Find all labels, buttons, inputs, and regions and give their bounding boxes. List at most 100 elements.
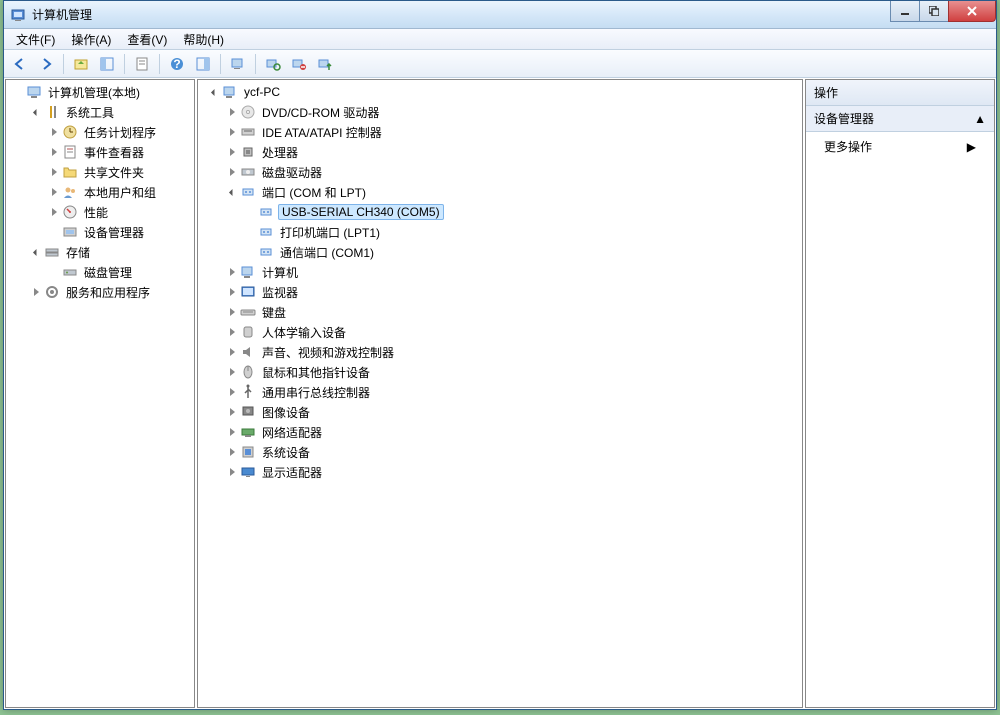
refresh-button[interactable]	[226, 52, 250, 76]
expander-icon[interactable]	[224, 304, 240, 320]
expander-icon	[242, 244, 258, 260]
tree-item[interactable]: 磁盘管理	[6, 262, 194, 282]
expander-icon[interactable]	[224, 344, 240, 360]
expander-icon[interactable]	[224, 424, 240, 440]
expander-icon[interactable]	[28, 244, 44, 260]
expander-icon[interactable]	[224, 404, 240, 420]
tree-item-label: 监视器	[260, 283, 300, 302]
scan-hardware-button[interactable]	[261, 52, 285, 76]
expander-icon[interactable]	[28, 104, 44, 120]
expander-icon[interactable]	[224, 284, 240, 300]
tree-item[interactable]: 网络适配器	[198, 422, 802, 442]
tree-item-label: 服务和应用程序	[64, 283, 152, 302]
tree-item-label: 设备管理器	[82, 223, 146, 242]
tree-item[interactable]: 服务和应用程序	[6, 282, 194, 302]
app-window: 计算机管理 文件(F) 操作(A) 查看(V) 帮助(H) ? 计算机管理(本地…	[3, 0, 997, 710]
menubar: 文件(F) 操作(A) 查看(V) 帮助(H)	[4, 29, 996, 50]
tools-icon	[44, 104, 60, 120]
tree-item[interactable]: 性能	[6, 202, 194, 222]
tree-item[interactable]: 磁盘驱动器	[198, 162, 802, 182]
menu-file[interactable]: 文件(F)	[8, 29, 63, 50]
toolbar: ?	[4, 50, 996, 78]
app-icon	[10, 7, 26, 23]
tree-item[interactable]: 通信端口 (COM1)	[198, 242, 802, 262]
tree-item[interactable]: 系统设备	[198, 442, 802, 462]
tree-item[interactable]: 系统工具	[6, 102, 194, 122]
tree-item[interactable]: 事件查看器	[6, 142, 194, 162]
menu-view[interactable]: 查看(V)	[119, 29, 175, 50]
close-button[interactable]	[948, 1, 996, 22]
expander-icon[interactable]	[46, 144, 62, 160]
expander-icon[interactable]	[224, 184, 240, 200]
tree-item-label: DVD/CD-ROM 驱动器	[260, 103, 381, 122]
expander-icon[interactable]	[224, 384, 240, 400]
tree-item[interactable]: 监视器	[198, 282, 802, 302]
titlebar[interactable]: 计算机管理	[4, 1, 996, 29]
help-button[interactable]: ?	[165, 52, 189, 76]
up-button[interactable]	[69, 52, 93, 76]
update-driver-button[interactable]	[313, 52, 337, 76]
tree-item[interactable]: 键盘	[198, 302, 802, 322]
tree-item-label: 计算机管理(本地)	[46, 83, 142, 102]
tree-item-label: 磁盘管理	[82, 263, 134, 282]
tree-item[interactable]: 处理器	[198, 142, 802, 162]
expander-icon[interactable]	[224, 144, 240, 160]
usb-icon	[240, 384, 256, 400]
expander-icon[interactable]	[224, 164, 240, 180]
tree-item[interactable]: 显示适配器	[198, 462, 802, 482]
properties-button[interactable]	[130, 52, 154, 76]
storage-icon	[44, 244, 60, 260]
tree-item[interactable]: 通用串行总线控制器	[198, 382, 802, 402]
expander-icon[interactable]	[224, 444, 240, 460]
tree-item[interactable]: ycf-PC	[198, 82, 802, 102]
tree-item[interactable]: 计算机管理(本地)	[6, 82, 194, 102]
actions-pane: 操作 设备管理器 ▲ 更多操作 ▶	[805, 79, 995, 708]
device-icon	[62, 224, 78, 240]
tree-item[interactable]: 设备管理器	[6, 222, 194, 242]
uninstall-button[interactable]	[287, 52, 311, 76]
expander-icon[interactable]	[224, 124, 240, 140]
back-button[interactable]	[8, 52, 32, 76]
show-hide-tree-button[interactable]	[95, 52, 119, 76]
tree-item[interactable]: 存储	[6, 242, 194, 262]
expander-icon[interactable]	[46, 164, 62, 180]
tree-item-label: 存储	[64, 243, 92, 262]
navigation-tree[interactable]: 计算机管理(本地)系统工具任务计划程序事件查看器共享文件夹本地用户和组性能设备管…	[5, 79, 195, 708]
expander-icon[interactable]	[224, 364, 240, 380]
tree-item[interactable]: 端口 (COM 和 LPT)	[198, 182, 802, 202]
services-icon	[44, 284, 60, 300]
tree-item[interactable]: IDE ATA/ATAPI 控制器	[198, 122, 802, 142]
forward-button[interactable]	[34, 52, 58, 76]
tree-item[interactable]: 共享文件夹	[6, 162, 194, 182]
tree-item[interactable]: DVD/CD-ROM 驱动器	[198, 102, 802, 122]
tree-item[interactable]: 打印机端口 (LPT1)	[198, 222, 802, 242]
expander-icon[interactable]	[224, 324, 240, 340]
maximize-button[interactable]	[919, 1, 949, 22]
actions-section[interactable]: 设备管理器 ▲	[806, 106, 994, 132]
device-tree[interactable]: ycf-PCDVD/CD-ROM 驱动器IDE ATA/ATAPI 控制器处理器…	[197, 79, 803, 708]
expander-icon[interactable]	[46, 124, 62, 140]
menu-action[interactable]: 操作(A)	[63, 29, 119, 50]
expander-icon[interactable]	[28, 284, 44, 300]
actions-header: 操作	[806, 80, 994, 106]
expander-icon[interactable]	[46, 184, 62, 200]
expander-icon[interactable]	[206, 84, 222, 100]
expander-icon[interactable]	[224, 104, 240, 120]
action-pane-button[interactable]	[191, 52, 215, 76]
expander-icon[interactable]	[224, 464, 240, 480]
more-actions-item[interactable]: 更多操作 ▶	[806, 132, 994, 161]
minimize-button[interactable]	[890, 1, 920, 22]
tree-item[interactable]: USB-SERIAL CH340 (COM5)	[198, 202, 802, 222]
tree-item[interactable]: 图像设备	[198, 402, 802, 422]
actions-section-label: 设备管理器	[814, 110, 874, 127]
menu-help[interactable]: 帮助(H)	[175, 29, 232, 50]
port-icon	[258, 204, 274, 220]
tree-item[interactable]: 人体学输入设备	[198, 322, 802, 342]
expander-icon[interactable]	[46, 204, 62, 220]
tree-item[interactable]: 鼠标和其他指针设备	[198, 362, 802, 382]
expander-icon[interactable]	[224, 264, 240, 280]
tree-item[interactable]: 计算机	[198, 262, 802, 282]
tree-item[interactable]: 任务计划程序	[6, 122, 194, 142]
tree-item[interactable]: 本地用户和组	[6, 182, 194, 202]
tree-item[interactable]: 声音、视频和游戏控制器	[198, 342, 802, 362]
